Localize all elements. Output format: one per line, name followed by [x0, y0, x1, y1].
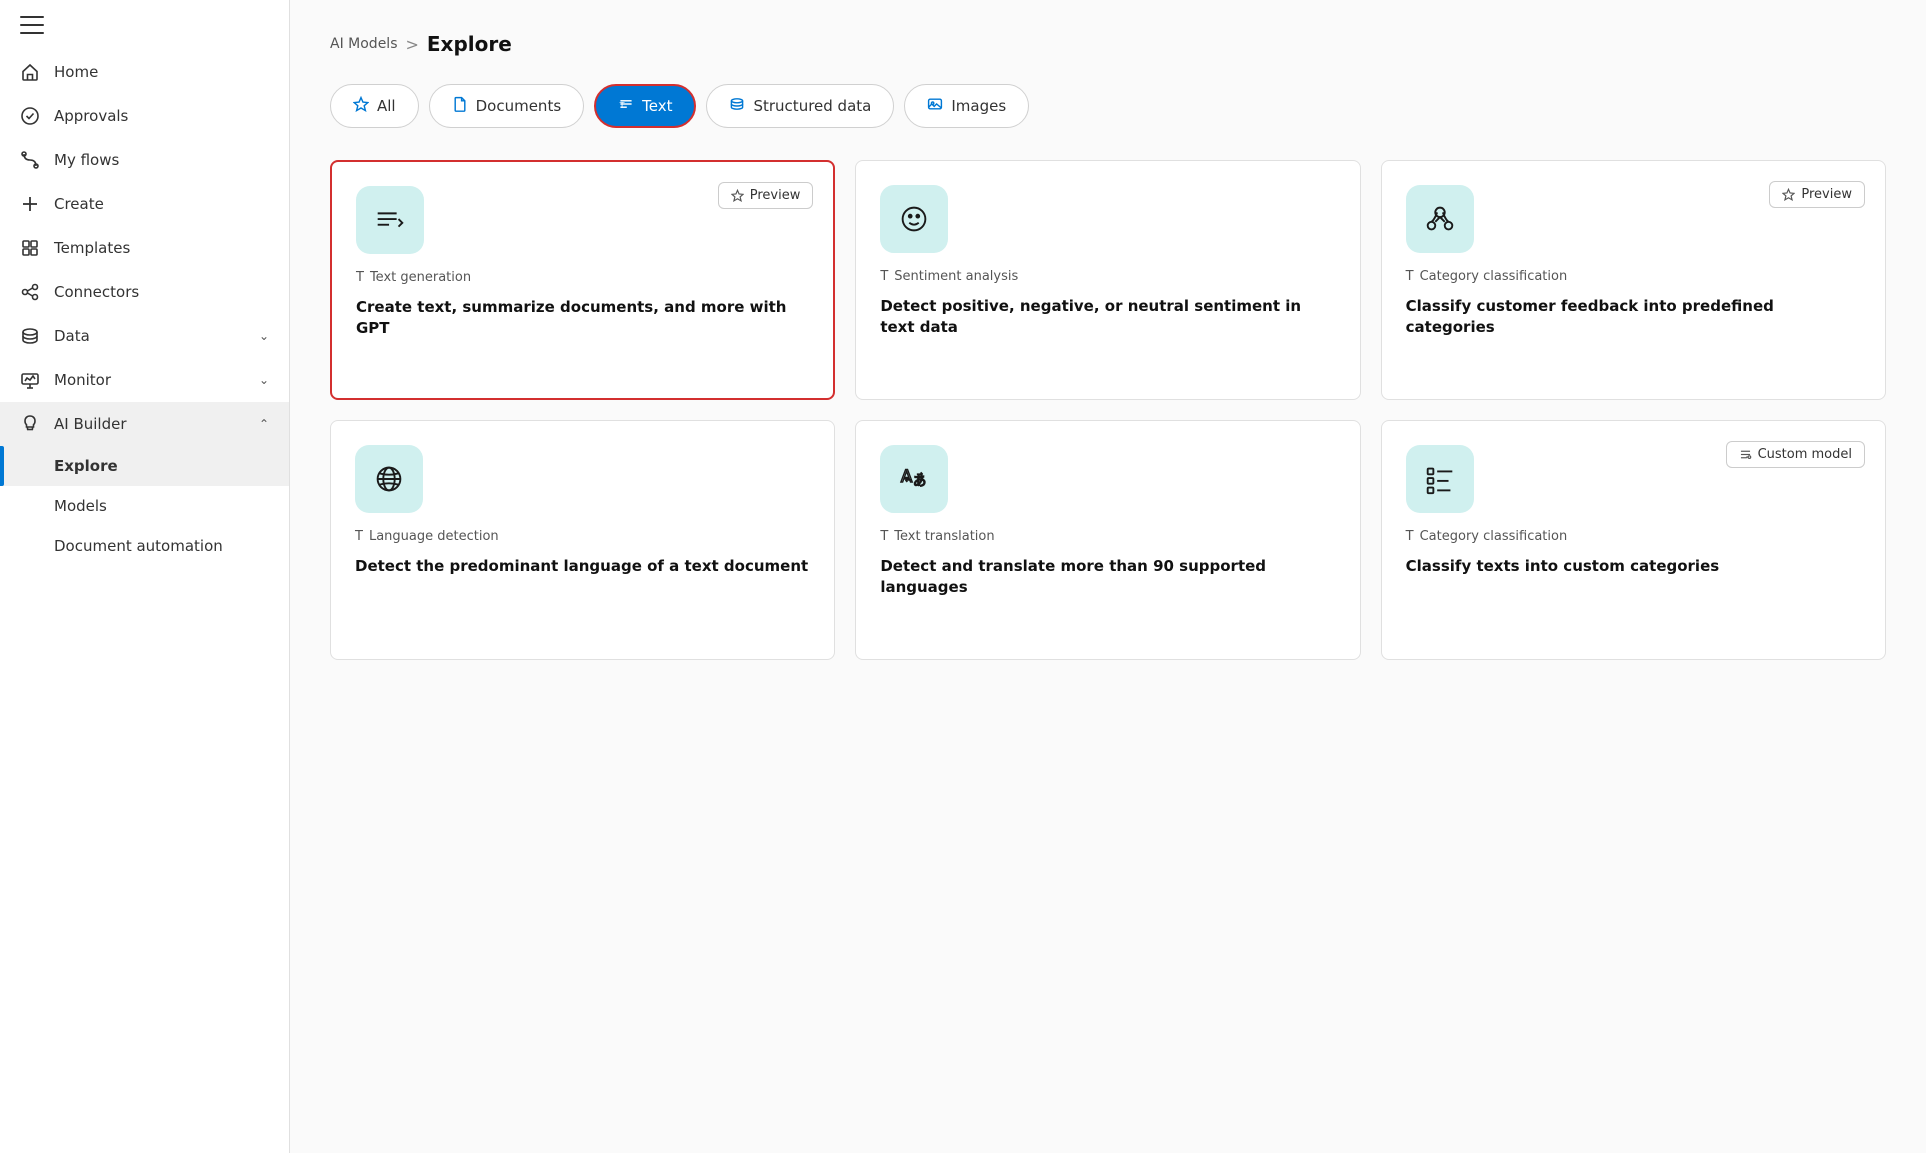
preview-badge-1: Preview — [718, 182, 814, 209]
sidebar-item-ai-builder-label: AI Builder — [54, 415, 245, 433]
card-title-2: Detect positive, negative, or neutral se… — [880, 296, 1335, 338]
card-sentiment-analysis[interactable]: T Sentiment analysis Detect positive, ne… — [855, 160, 1360, 400]
card-category-4: T Language detection — [355, 529, 810, 544]
svg-text:A: A — [901, 467, 913, 487]
svg-text:あ: あ — [913, 474, 926, 490]
sidebar-item-data[interactable]: Data ⌄ — [0, 314, 289, 358]
translation-icon-wrap: A あ — [880, 445, 948, 513]
breadcrumb-parent[interactable]: AI Models — [330, 36, 397, 52]
sidebar-item-monitor[interactable]: Monitor ⌄ — [0, 358, 289, 402]
main-content: AI Models > Explore All Documents — [290, 0, 1926, 1153]
preview-badge-1-label: Preview — [750, 188, 801, 203]
sidebar-item-ai-builder[interactable]: AI Builder ⌃ — [0, 402, 289, 446]
sidebar-item-monitor-label: Monitor — [54, 371, 245, 389]
ai-builder-icon — [20, 414, 40, 434]
tab-documents-label: Documents — [476, 97, 562, 115]
tab-images[interactable]: Images — [904, 84, 1029, 128]
ai-builder-chevron-icon: ⌃ — [259, 417, 269, 431]
tabs-bar: All Documents T Text — [330, 84, 1886, 128]
sidebar-subitem-explore-label: Explore — [54, 457, 118, 475]
structured-data-icon — [729, 96, 745, 116]
card-title-5: Detect and translate more than 90 suppor… — [880, 556, 1335, 598]
card-category-1: T Text generation — [356, 270, 809, 285]
breadcrumb: AI Models > Explore — [330, 32, 1886, 56]
sidebar-item-templates[interactable]: Templates — [0, 226, 289, 270]
sidebar-item-myflows-label: My flows — [54, 151, 269, 169]
sidebar-subitem-explore[interactable]: Explore — [0, 446, 289, 486]
document-icon — [452, 96, 468, 116]
flows-icon — [20, 150, 40, 170]
templates-icon — [20, 238, 40, 258]
sidebar-top — [0, 0, 289, 50]
images-tab-icon — [927, 96, 943, 116]
card-category-5: T Text translation — [880, 529, 1335, 544]
cards-grid: Preview T Text generation Create text, s… — [330, 160, 1886, 660]
sidebar-item-approvals-label: Approvals — [54, 107, 269, 125]
text-tab-icon: T — [618, 96, 634, 116]
tab-structured-data-label: Structured data — [753, 97, 871, 115]
card-text-translation[interactable]: A あ T Text translation Detect and transl… — [855, 420, 1360, 660]
card-text-generation[interactable]: Preview T Text generation Create text, s… — [330, 160, 835, 400]
home-icon — [20, 62, 40, 82]
sidebar-item-connectors[interactable]: Connectors — [0, 270, 289, 314]
tab-images-label: Images — [951, 97, 1006, 115]
data-chevron-icon: ⌄ — [259, 329, 269, 343]
tab-all-label: All — [377, 97, 396, 115]
card-category-3: T Category classification — [1406, 269, 1861, 284]
connectors-icon — [20, 282, 40, 302]
hamburger-menu[interactable] — [20, 16, 44, 34]
sidebar-item-my-flows[interactable]: My flows — [0, 138, 289, 182]
custom-category-icon-wrap — [1406, 445, 1474, 513]
tab-all[interactable]: All — [330, 84, 419, 128]
sidebar-item-create[interactable]: Create — [0, 182, 289, 226]
sidebar-item-home-label: Home — [54, 63, 269, 81]
tab-text-label: Text — [642, 97, 672, 115]
monitor-chevron-icon: ⌄ — [259, 373, 269, 387]
sidebar-subitem-document-automation[interactable]: Document automation — [0, 526, 289, 566]
tab-structured-data[interactable]: Structured data — [706, 84, 894, 128]
sidebar-subitem-models-label: Models — [54, 497, 107, 515]
custom-model-badge-label: Custom model — [1758, 447, 1852, 462]
data-icon — [20, 326, 40, 346]
card-title-3: Classify customer feedback into predefin… — [1406, 296, 1861, 338]
preview-badge-3-label: Preview — [1801, 187, 1852, 202]
card-title-1: Create text, summarize documents, and mo… — [356, 297, 809, 339]
breadcrumb-separator: > — [405, 35, 418, 54]
approvals-icon — [20, 106, 40, 126]
breadcrumb-current: Explore — [427, 32, 512, 56]
card-custom-category[interactable]: Custom model T Category classification C… — [1381, 420, 1886, 660]
card-category-classification[interactable]: Preview T Category classification Classi… — [1381, 160, 1886, 400]
custom-model-badge: Custom model — [1726, 441, 1865, 468]
sidebar: Home Approvals My flows — [0, 0, 290, 1153]
sidebar-item-templates-label: Templates — [54, 239, 269, 257]
sentiment-icon-wrap — [880, 185, 948, 253]
text-gen-icon-wrap — [356, 186, 424, 254]
card-category-6: T Category classification — [1406, 529, 1861, 544]
sidebar-item-data-label: Data — [54, 327, 245, 345]
category-icon-wrap — [1406, 185, 1474, 253]
card-category-2: T Sentiment analysis — [880, 269, 1335, 284]
sidebar-subitem-document-automation-label: Document automation — [54, 537, 223, 555]
star-icon — [353, 96, 369, 116]
sidebar-item-create-label: Create — [54, 195, 269, 213]
card-title-4: Detect the predominant language of a tex… — [355, 556, 810, 577]
preview-badge-3: Preview — [1769, 181, 1865, 208]
language-icon-wrap — [355, 445, 423, 513]
monitor-icon — [20, 370, 40, 390]
tab-text[interactable]: T Text — [594, 84, 696, 128]
sidebar-item-approvals[interactable]: Approvals — [0, 94, 289, 138]
sidebar-subitem-models[interactable]: Models — [0, 486, 289, 526]
card-title-6: Classify texts into custom categories — [1406, 556, 1861, 577]
create-icon — [20, 194, 40, 214]
sidebar-item-home[interactable]: Home — [0, 50, 289, 94]
sidebar-item-connectors-label: Connectors — [54, 283, 269, 301]
card-language-detection[interactable]: T Language detection Detect the predomin… — [330, 420, 835, 660]
svg-text:T: T — [619, 101, 625, 110]
tab-documents[interactable]: Documents — [429, 84, 585, 128]
